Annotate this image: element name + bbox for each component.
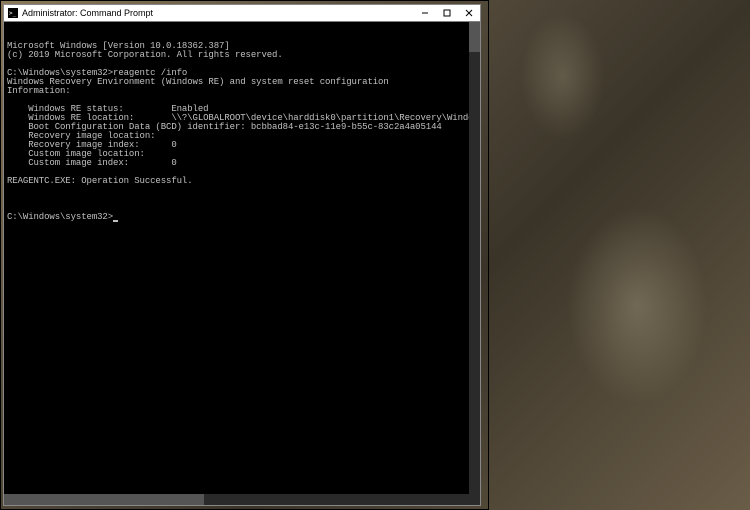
cmd-window: >_ Administrator: Command Prompt Microso… <box>3 4 481 506</box>
cursor <box>113 220 118 222</box>
titlebar[interactable]: >_ Administrator: Command Prompt <box>4 5 480 22</box>
console-line <box>7 186 477 195</box>
console-line: (c) 2019 Microsoft Corporation. All righ… <box>7 51 477 60</box>
close-button[interactable] <box>458 5 480 21</box>
console-line: Information: <box>7 87 477 96</box>
scrollbar-h-thumb[interactable] <box>4 494 204 505</box>
scroll-corner <box>469 494 480 505</box>
minimize-button[interactable] <box>414 5 436 21</box>
console-output: Microsoft Windows [Version 10.0.18362.38… <box>7 42 477 195</box>
scrollbar-horizontal[interactable] <box>4 494 469 505</box>
maximize-button[interactable] <box>436 5 458 21</box>
console-line: Windows Recovery Environment (Windows RE… <box>7 78 477 87</box>
console-body[interactable]: Microsoft Windows [Version 10.0.18362.38… <box>4 22 480 505</box>
scrollbar-vertical[interactable] <box>469 22 480 494</box>
cmd-icon: >_ <box>7 7 19 19</box>
svg-text:>_: >_ <box>9 10 17 17</box>
prompt-line: C:\Windows\system32> <box>7 213 477 222</box>
prompt-text: C:\Windows\system32> <box>7 213 113 222</box>
window-title: Administrator: Command Prompt <box>22 8 153 18</box>
scrollbar-v-thumb[interactable] <box>469 22 480 52</box>
console-line: REAGENTC.EXE: Operation Successful. <box>7 177 477 186</box>
console-line: Custom image index: 0 <box>7 159 477 168</box>
